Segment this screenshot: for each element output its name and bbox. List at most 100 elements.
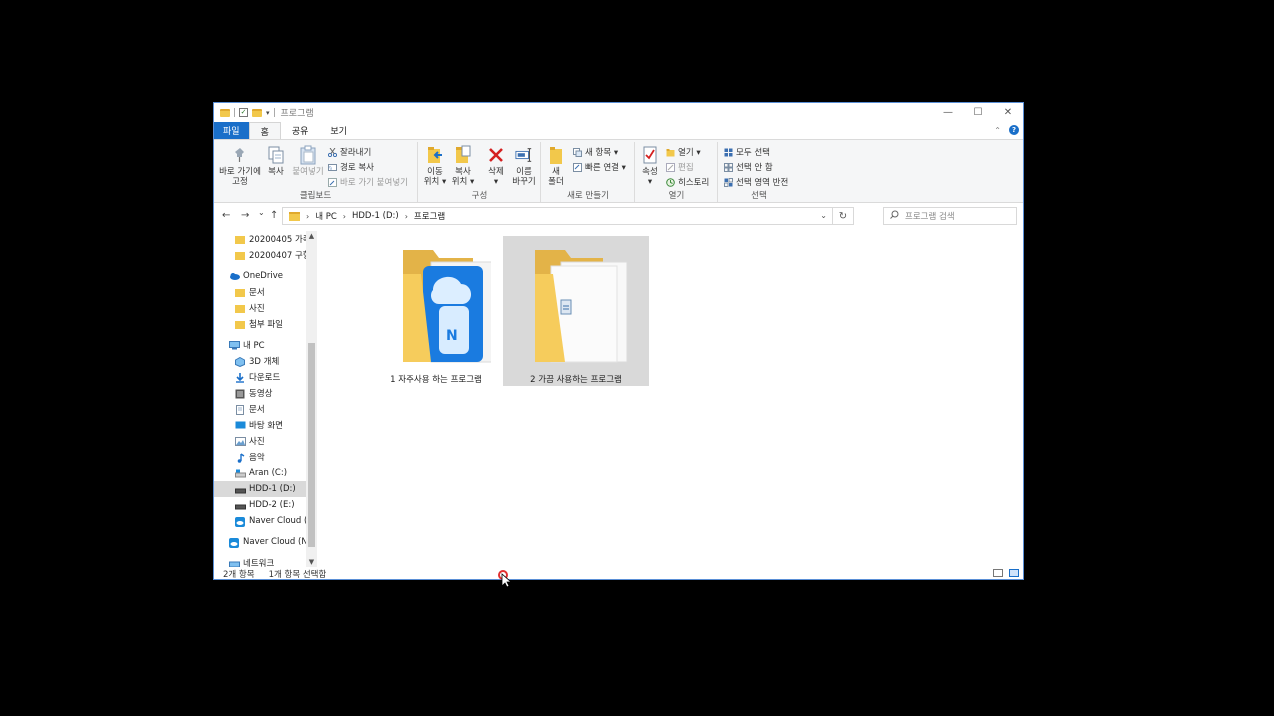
nav-item-this-pc[interactable]: 내 PC — [214, 337, 306, 353]
nav-item-drive-e[interactable]: HDD-2 (E:) — [214, 497, 306, 513]
nav-item-onedrive[interactable]: OneDrive — [214, 268, 306, 284]
large-icons-view-icon[interactable] — [1009, 569, 1019, 577]
new-folder-button[interactable]: 새 폴더 — [545, 145, 567, 187]
properties-button[interactable]: 속성 ▾ — [639, 145, 661, 187]
nav-item-naver-cloud[interactable]: Naver Cloud (N:) — [214, 534, 306, 550]
select-all-button[interactable]: 모두 선택 — [724, 146, 770, 158]
up-button[interactable]: ↑ — [270, 210, 278, 221]
download-icon — [235, 372, 245, 383]
tab-share[interactable]: 공유 — [281, 122, 320, 139]
open-button[interactable]: 열기 ▾ — [666, 146, 701, 158]
chevron-right-icon[interactable]: › — [306, 212, 309, 221]
cut-button[interactable]: 잘라내기 — [327, 146, 371, 158]
new-item-button[interactable]: 새 항목 ▾ — [573, 146, 618, 158]
nav-item-folder[interactable]: 첨부 파일 — [214, 316, 306, 332]
easy-access-button[interactable]: 빠른 연결 ▾ — [573, 161, 626, 173]
drive-icon — [235, 485, 246, 494]
edit-button[interactable]: 편집 — [666, 161, 694, 173]
nav-item-folder[interactable]: 사진 — [214, 300, 306, 316]
nav-scrollbar[interactable]: ▲ ▼ — [306, 231, 317, 567]
scroll-up-icon[interactable]: ▲ — [306, 232, 317, 240]
delete-button[interactable]: 삭제 ▾ — [485, 145, 507, 187]
minimize-button[interactable]: — — [933, 103, 963, 122]
collapse-ribbon-icon[interactable]: ⌃ — [994, 126, 1001, 135]
ribbon: 바로 가기에 고정 복사 붙여넣기 잘라내기 \\ 경로 복사 바로 가기 붙여… — [214, 139, 1023, 203]
divider — [234, 108, 235, 117]
customize-qat-icon[interactable]: ▾ — [266, 109, 270, 117]
nav-item-videos[interactable]: 동영상 — [214, 385, 306, 401]
back-button[interactable]: ← — [222, 210, 230, 221]
scroll-down-icon[interactable]: ▼ — [306, 558, 317, 566]
folder-label: 1 자주사용 하는 프로그램 — [390, 375, 482, 385]
nav-item-folder[interactable]: 문서 — [214, 284, 306, 300]
clipboard-group: 바로 가기에 고정 복사 붙여넣기 잘라내기 \\ 경로 복사 바로 가기 붙여… — [214, 142, 418, 202]
select-all-icon — [724, 148, 733, 157]
nav-item-drive-d[interactable]: HDD-1 (D:) — [214, 481, 306, 497]
paste-button[interactable]: 붙여넣기 — [290, 145, 326, 177]
tab-view[interactable]: 보기 — [319, 122, 358, 139]
rename-button[interactable]: 이름 바꾸기 — [510, 145, 538, 187]
breadcrumb-programs[interactable]: 프로그램 — [414, 210, 445, 222]
nav-item-folder[interactable]: 20200405 가족사진 — [214, 231, 306, 247]
edit-icon — [666, 162, 675, 172]
file-list: N 1 자주사용 하는 프로그램 2 가끔 사용하는 프로그램 — [320, 231, 1020, 567]
select-none-button[interactable]: 선택 안 함 — [724, 161, 773, 173]
copy-button[interactable]: 복사 — [264, 145, 288, 177]
folder-item[interactable]: N 1 자주사용 하는 프로그램 — [363, 236, 509, 386]
group-label-clipboard: 클립보드 — [299, 191, 332, 201]
file-explorer-window: ✓ ▾ 프로그램 — ☐ ✕ 파일 홈 공유 보기 ⌃ ? 바로 가기에 고정 … — [213, 102, 1024, 580]
search-input[interactable]: 프로그램 검색 — [883, 207, 1017, 225]
nav-item-desktop[interactable]: 바탕 화면 — [214, 417, 306, 433]
status-bar: 2개 항목 1개 항목 선택함 — [214, 567, 1023, 579]
folder-icon — [235, 320, 245, 329]
folder-icon — [235, 304, 245, 313]
breadcrumb-hdd1[interactable]: HDD-1 (D:) — [352, 211, 399, 221]
details-view-icon[interactable] — [993, 569, 1003, 577]
move-to-button[interactable]: 이동 위치 ▾ — [422, 145, 448, 187]
windows-drive-icon — [235, 469, 246, 478]
nav-item-network[interactable]: 네트워크 — [214, 555, 306, 567]
recent-locations-button[interactable]: ⌄ — [258, 208, 265, 217]
nav-item-3d-objects[interactable]: 3D 개체 — [214, 353, 306, 369]
invert-selection-button[interactable]: 선택 영역 반전 — [724, 176, 788, 188]
svg-text:N: N — [446, 328, 458, 344]
network-icon — [229, 559, 240, 567]
search-icon — [890, 210, 899, 222]
nav-item-music[interactable]: 음악 — [214, 449, 306, 465]
video-icon — [235, 389, 245, 398]
tab-home[interactable]: 홈 — [248, 122, 281, 139]
address-row: ← → ⌄ ↑ › 내 PC › HDD-1 (D:) › 프로그램 ⌄ ↻ 프… — [214, 204, 1023, 228]
chevron-right-icon[interactable]: › — [343, 212, 346, 221]
properties-icon[interactable]: ✓ — [239, 108, 248, 117]
copy-to-button[interactable]: 복사 위치 ▾ — [450, 145, 476, 187]
forward-button[interactable]: → — [241, 210, 249, 221]
history-button[interactable]: 히스토리 — [666, 176, 709, 188]
desktop-icon — [235, 421, 246, 430]
ribbon-tabs: 파일 홈 공유 보기 ⌃ ? — [214, 122, 1023, 139]
nav-item-documents[interactable]: 문서 — [214, 401, 306, 417]
maximize-button[interactable]: ☐ — [963, 103, 993, 122]
refresh-button[interactable]: ↻ — [832, 207, 854, 225]
new-folder-icon — [547, 145, 565, 165]
tab-file[interactable]: 파일 — [214, 122, 249, 139]
nav-item-drive-c[interactable]: Aran (C:) — [214, 465, 306, 481]
group-label-select: 선택 — [751, 191, 767, 201]
chevron-down-icon[interactable]: ⌄ — [820, 211, 827, 220]
new-folder-icon[interactable] — [252, 108, 262, 117]
paste-shortcut-button[interactable]: 바로 가기 붙여넣기 — [328, 176, 408, 188]
chevron-right-icon[interactable]: › — [405, 212, 408, 221]
scroll-thumb[interactable] — [308, 343, 315, 547]
address-bar[interactable]: › 내 PC › HDD-1 (D:) › 프로그램 ⌄ ↻ — [282, 207, 854, 225]
pin-to-quick-access-button[interactable]: 바로 가기에 고정 — [218, 145, 262, 187]
nav-item-pictures[interactable]: 사진 — [214, 433, 306, 449]
folder-item[interactable]: 2 가끔 사용하는 프로그램 — [503, 236, 649, 386]
nav-item-folder[interactable]: 20200407 구형폰 — [214, 247, 306, 263]
nav-item-naver-cloud[interactable]: Naver Cloud (N:) — [214, 513, 306, 529]
copy-path-button[interactable]: \\ 경로 복사 — [328, 161, 374, 173]
breadcrumb-my-pc[interactable]: 내 PC — [315, 210, 337, 222]
nav-item-downloads[interactable]: 다운로드 — [214, 369, 306, 385]
help-icon[interactable]: ? — [1009, 125, 1019, 135]
new-item-icon — [573, 147, 582, 157]
close-button[interactable]: ✕ — [993, 103, 1023, 122]
scissors-icon — [327, 147, 338, 157]
